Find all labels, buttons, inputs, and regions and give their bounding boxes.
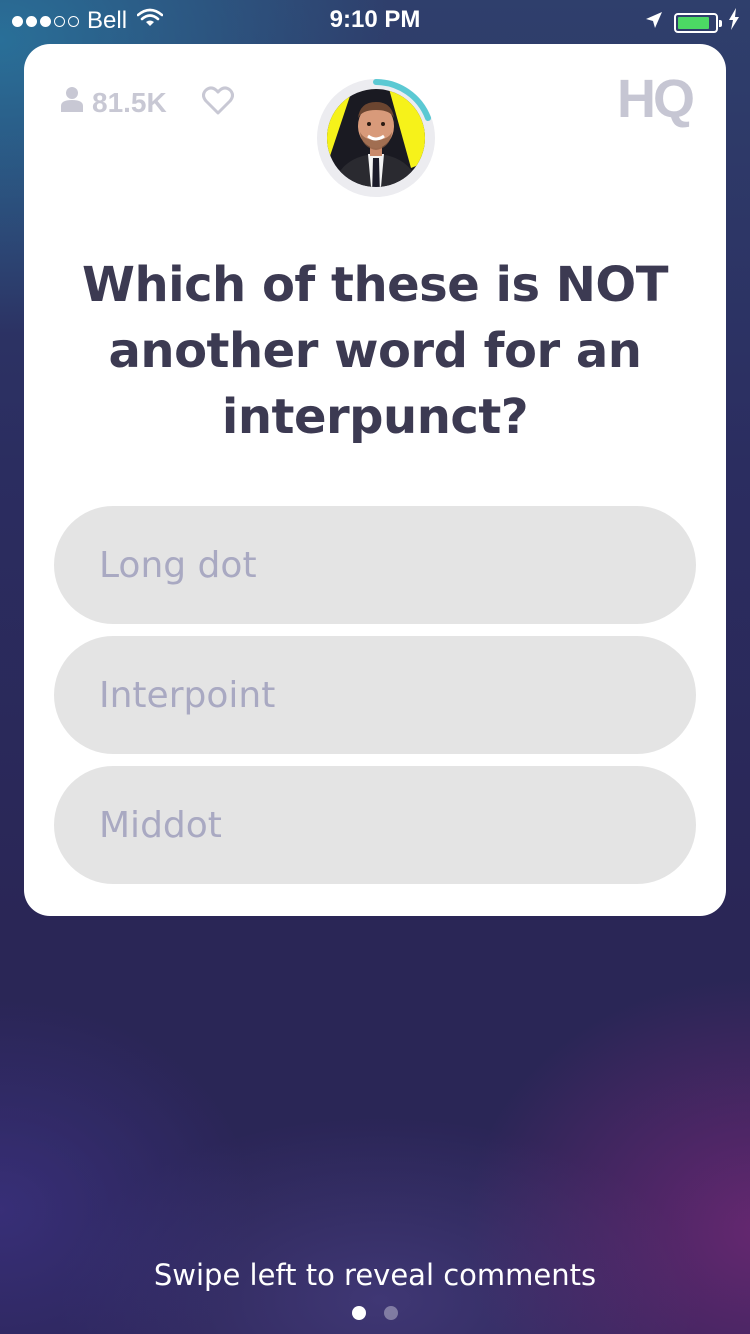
status-bar-right bbox=[644, 8, 740, 37]
answer-option-2[interactable]: Interpoint bbox=[54, 636, 696, 754]
hq-logo: HQ bbox=[617, 69, 695, 129]
answer-option-1[interactable]: Long dot bbox=[54, 506, 696, 624]
person-icon bbox=[60, 86, 84, 119]
page-dot[interactable] bbox=[352, 1306, 366, 1320]
charging-bolt-icon bbox=[728, 8, 740, 37]
battery-level-fill bbox=[678, 16, 709, 29]
heart-icon[interactable] bbox=[202, 86, 234, 120]
viewer-count: 81.5K bbox=[60, 86, 167, 119]
swipe-hint: Swipe left to reveal comments bbox=[153, 1258, 597, 1292]
status-bar: Bell 9:10 PM bbox=[0, 0, 750, 40]
question-text: Which of these is NOT another word for a… bbox=[82, 257, 668, 445]
question-card: 81.5K HQ Which of these is NOT another w… bbox=[24, 44, 726, 916]
host-avatar bbox=[316, 78, 436, 198]
answer-label: Middot bbox=[99, 804, 222, 846]
battery-icon bbox=[674, 12, 722, 33]
page-dot[interactable] bbox=[384, 1306, 398, 1320]
status-time: 9:10 PM bbox=[329, 6, 421, 33]
answer-option-3[interactable]: Middot bbox=[54, 766, 696, 884]
answer-label: Long dot bbox=[99, 544, 257, 586]
page-indicator[interactable] bbox=[0, 1306, 750, 1320]
answer-label: Interpoint bbox=[99, 674, 276, 716]
location-arrow-icon bbox=[644, 9, 664, 37]
battery-tip bbox=[719, 19, 722, 27]
host-avatar-image bbox=[317, 79, 435, 197]
viewer-count-label: 81.5K bbox=[92, 86, 167, 118]
